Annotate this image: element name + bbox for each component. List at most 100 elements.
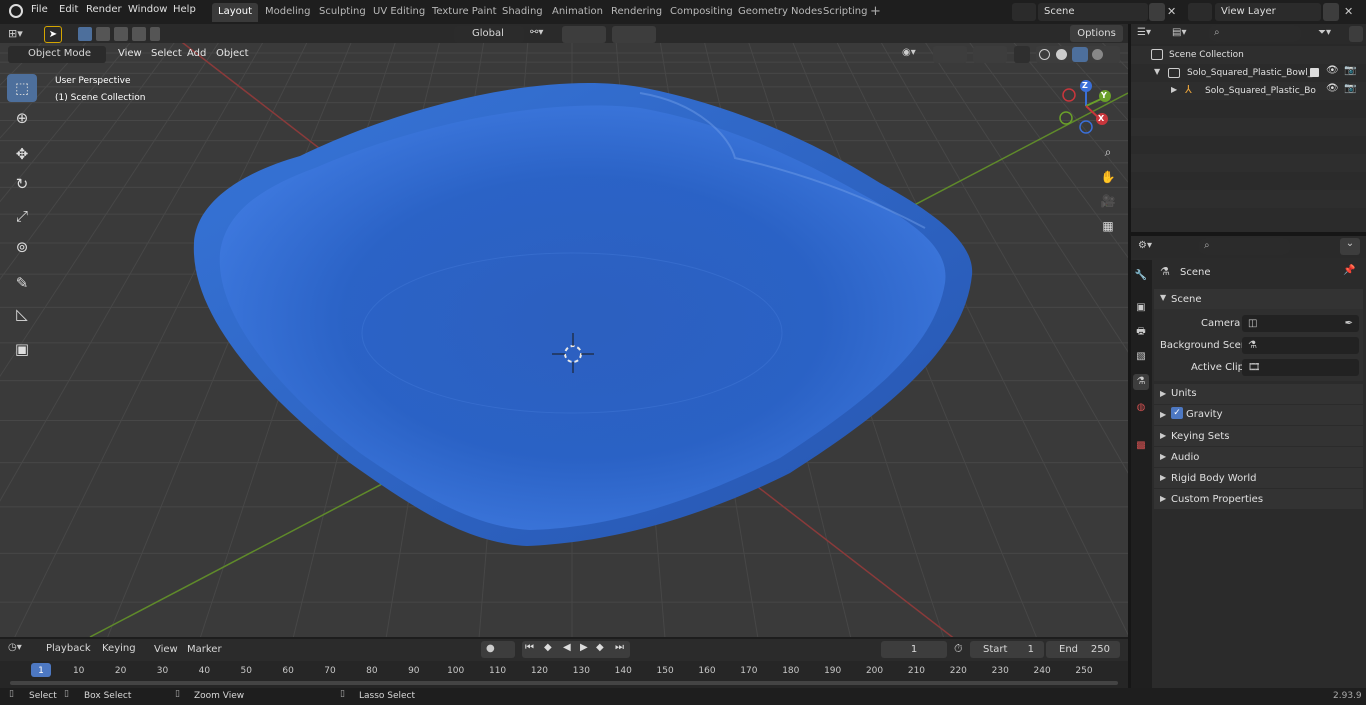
- material-shading-icon[interactable]: [1072, 47, 1088, 62]
- jump-end-icon[interactable]: ⏭: [615, 642, 624, 653]
- visibility-icon[interactable]: ◉▾: [902, 47, 928, 62]
- select-tool-icon[interactable]: ➤: [44, 26, 62, 43]
- jump-start-icon[interactable]: ⏮: [525, 642, 534, 653]
- eye-icon[interactable]: 👁: [1326, 83, 1339, 94]
- expand-arrow-icon[interactable]: ▶: [1160, 431, 1166, 440]
- preview-range-icon[interactable]: ⏱: [954, 642, 963, 656]
- tab-uv-editing[interactable]: UV Editing: [367, 3, 431, 22]
- background-scene-field[interactable]: ⚗: [1242, 337, 1359, 354]
- object-mode-dropdown[interactable]: Object Mode: [8, 46, 106, 63]
- expand-arrow-icon[interactable]: ▶: [1171, 85, 1177, 94]
- tool-measure-icon[interactable]: ◺: [7, 300, 37, 328]
- camera-render-icon[interactable]: 📷: [1344, 83, 1356, 94]
- rendered-shading-icon[interactable]: [1092, 49, 1103, 60]
- add-menu[interactable]: Add: [187, 48, 206, 59]
- display-mode-icon[interactable]: ▤▾: [1172, 27, 1200, 41]
- tool-annotate-icon[interactable]: ✎: [7, 269, 37, 297]
- tab-geometry-nodes[interactable]: Geometry Nodes: [732, 3, 828, 22]
- tool-scale-icon[interactable]: ⤢: [7, 202, 37, 230]
- tab-modeling[interactable]: Modeling: [259, 3, 317, 22]
- exclude-checkbox-icon[interactable]: [1310, 68, 1319, 77]
- new-view-layer-icon[interactable]: [1323, 3, 1339, 21]
- pivot-point-icon[interactable]: ⚯▾: [530, 27, 556, 41]
- view-layer-tab-icon[interactable]: ▧: [1133, 349, 1149, 365]
- select-invert-icon[interactable]: [132, 27, 146, 41]
- scene-tab-icon[interactable]: ⚗: [1133, 374, 1149, 390]
- select-extend-icon[interactable]: [96, 27, 110, 41]
- menu-edit[interactable]: Edit: [59, 4, 78, 15]
- camera-view-icon[interactable]: 🎥: [1097, 190, 1119, 212]
- scene-collection-label[interactable]: Scene Collection: [1169, 50, 1244, 60]
- tab-animation[interactable]: Animation: [546, 3, 609, 22]
- tool-cursor-icon[interactable]: ⊕: [7, 104, 37, 132]
- editor-type-icon[interactable]: ⊞▾: [8, 27, 34, 41]
- collapse-arrow-icon[interactable]: ▼: [1160, 293, 1166, 302]
- next-keyframe-icon[interactable]: ◆: [596, 642, 604, 653]
- menu-window[interactable]: Window: [128, 4, 167, 15]
- outliner-editor-type-icon[interactable]: ☰▾: [1137, 27, 1165, 41]
- close-scene-icon[interactable]: ✕: [1167, 5, 1176, 18]
- tool-add-cube-icon[interactable]: ▣: [7, 335, 37, 363]
- properties-options-icon[interactable]: ⌄: [1340, 238, 1360, 255]
- gravity-checkbox[interactable]: ✓: [1171, 407, 1183, 419]
- pin-icon[interactable]: 📌: [1343, 265, 1355, 276]
- blender-logo-icon[interactable]: [9, 4, 23, 18]
- tab-compositing[interactable]: Compositing: [664, 3, 739, 22]
- pan-view-icon[interactable]: ✋: [1097, 166, 1119, 188]
- gizmo-toggle-icon[interactable]: [933, 46, 967, 63]
- shading-modes[interactable]: [1036, 46, 1120, 63]
- output-tab-icon[interactable]: 🖶: [1133, 324, 1149, 340]
- start-frame-field[interactable]: Start 1: [970, 641, 1044, 658]
- scene-field[interactable]: Scene: [1038, 3, 1148, 21]
- world-tab-icon[interactable]: ◍: [1133, 400, 1149, 416]
- tool-select-box-icon[interactable]: ⬚: [7, 74, 37, 102]
- expand-arrow-icon[interactable]: ▶: [1160, 473, 1166, 482]
- menu-file[interactable]: File: [31, 4, 48, 15]
- play-reverse-icon[interactable]: ◀: [563, 642, 571, 653]
- properties-search-input[interactable]: ⌕: [1198, 238, 1291, 255]
- active-clip-field[interactable]: 🎞: [1242, 359, 1359, 376]
- tab-shading[interactable]: Shading: [496, 3, 549, 22]
- tab-scripting[interactable]: Scripting: [817, 3, 873, 22]
- close-view-layer-icon[interactable]: ✕: [1344, 5, 1353, 18]
- view-layer-field[interactable]: View Layer: [1215, 3, 1321, 21]
- timeline-editor-type-icon[interactable]: ◷▾: [8, 642, 36, 657]
- scene-selector-icon[interactable]: [1012, 3, 1036, 21]
- menu-help[interactable]: Help: [173, 4, 196, 15]
- selection-modes[interactable]: [78, 27, 160, 41]
- expand-arrow-icon[interactable]: ▶: [1160, 389, 1166, 398]
- playback-menu[interactable]: Playback: [42, 641, 94, 658]
- keying-menu[interactable]: Keying: [98, 641, 146, 658]
- menu-render[interactable]: Render: [86, 4, 122, 15]
- tab-sculpting[interactable]: Sculpting: [313, 3, 372, 22]
- texture-tab-icon[interactable]: ▩: [1133, 438, 1149, 454]
- xray-toggle-icon[interactable]: [1014, 46, 1030, 63]
- tool-transform-icon[interactable]: ⊚: [7, 233, 37, 261]
- play-icon[interactable]: ▶: [580, 642, 588, 653]
- outliner-row[interactable]: [1131, 46, 1366, 64]
- select-new-icon[interactable]: [78, 27, 92, 41]
- tool-tab-icon[interactable]: 🔧: [1133, 268, 1149, 284]
- solid-shading-icon[interactable]: [1056, 49, 1067, 60]
- render-tab-icon[interactable]: ▣: [1133, 300, 1149, 316]
- overlays-toggle-icon[interactable]: [973, 46, 1007, 63]
- transform-orientation-dropdown[interactable]: Global: [454, 26, 524, 43]
- eye-icon[interactable]: 👁: [1326, 65, 1339, 76]
- collection-name[interactable]: Solo_Squared_Plastic_Bowl_B: [1187, 68, 1318, 78]
- record-button-icon[interactable]: ●: [481, 641, 515, 658]
- expand-arrow-icon[interactable]: ▶: [1160, 410, 1166, 419]
- prev-keyframe-icon[interactable]: ◆: [544, 642, 552, 653]
- new-collection-icon[interactable]: [1349, 26, 1363, 42]
- camera-render-icon[interactable]: 📷: [1344, 65, 1356, 76]
- timeline-view-menu[interactable]: View: [154, 644, 178, 655]
- expand-arrow-icon[interactable]: ▼: [1154, 67, 1160, 76]
- select-subtract-icon[interactable]: [114, 27, 128, 41]
- filter-icon[interactable]: ⏷▾: [1318, 27, 1342, 41]
- new-scene-icon[interactable]: [1149, 3, 1165, 21]
- options-button[interactable]: Options: [1070, 25, 1123, 42]
- outliner-search-input[interactable]: ⌕: [1208, 25, 1302, 42]
- marker-menu[interactable]: Marker: [187, 644, 222, 655]
- add-workspace-icon[interactable]: +: [870, 4, 881, 19]
- end-frame-field[interactable]: End 250: [1046, 641, 1120, 658]
- object-menu[interactable]: Object: [216, 48, 249, 59]
